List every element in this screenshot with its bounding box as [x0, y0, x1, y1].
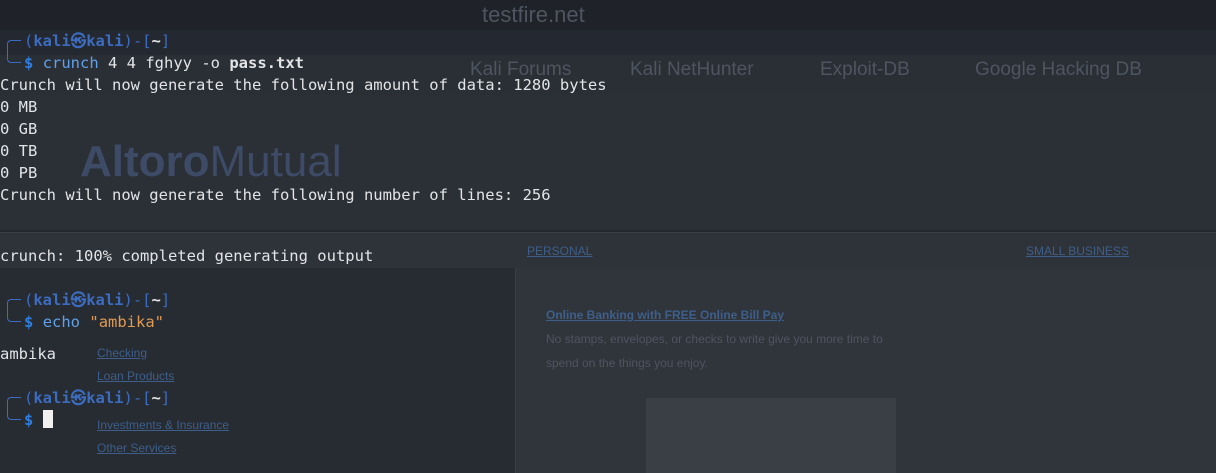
cmd-file: pass.txt — [229, 54, 304, 72]
prompt-line: (kali㉿kali)-[~] — [24, 389, 171, 407]
prompt-corner-bottom — [7, 50, 21, 63]
prompt-block: (kali㉿kali)-[~] $ — [0, 387, 600, 431]
output-line: 0 TB — [0, 142, 38, 160]
cmd-program: echo — [42, 313, 81, 331]
prompt-corner-bottom — [7, 407, 21, 420]
output-line: 0 PB — [0, 164, 38, 182]
prompt-line: (kali㉿kali)-[~] — [24, 32, 171, 50]
output-line: 0 GB — [0, 120, 38, 138]
output-line: crunch: 100% completed generating output — [0, 247, 374, 265]
output-line: ambika — [0, 345, 56, 363]
command-line: $ crunch 4 4 fghyy -o pass.txt — [24, 54, 304, 72]
output-line: Crunch will now generate the following n… — [0, 186, 551, 204]
command-line[interactable]: $ — [24, 409, 53, 431]
terminal-output[interactable]: (kali㉿kali)-[~] $ crunch 4 4 fghyy -o pa… — [0, 30, 1216, 473]
output-line: Crunch will now generate the following a… — [0, 76, 607, 94]
output-line: 0 MB — [0, 98, 38, 116]
prompt-block: (kali㉿kali)-[~] $ echo "ambika" — [0, 289, 600, 333]
command-line: $ echo "ambika" — [24, 313, 165, 331]
browser-toolbar: testfire.net — [0, 0, 1216, 30]
prompt-line: (kali㉿kali)-[~] — [24, 291, 171, 309]
cmd-string: "ambika" — [89, 313, 165, 331]
cmd-program: crunch — [42, 54, 99, 72]
cmd-args: 4 4 fghyy -o — [98, 54, 230, 72]
browser-url[interactable]: testfire.net — [482, 2, 585, 28]
prompt-corner-bottom — [7, 309, 21, 322]
text-cursor — [42, 410, 53, 428]
